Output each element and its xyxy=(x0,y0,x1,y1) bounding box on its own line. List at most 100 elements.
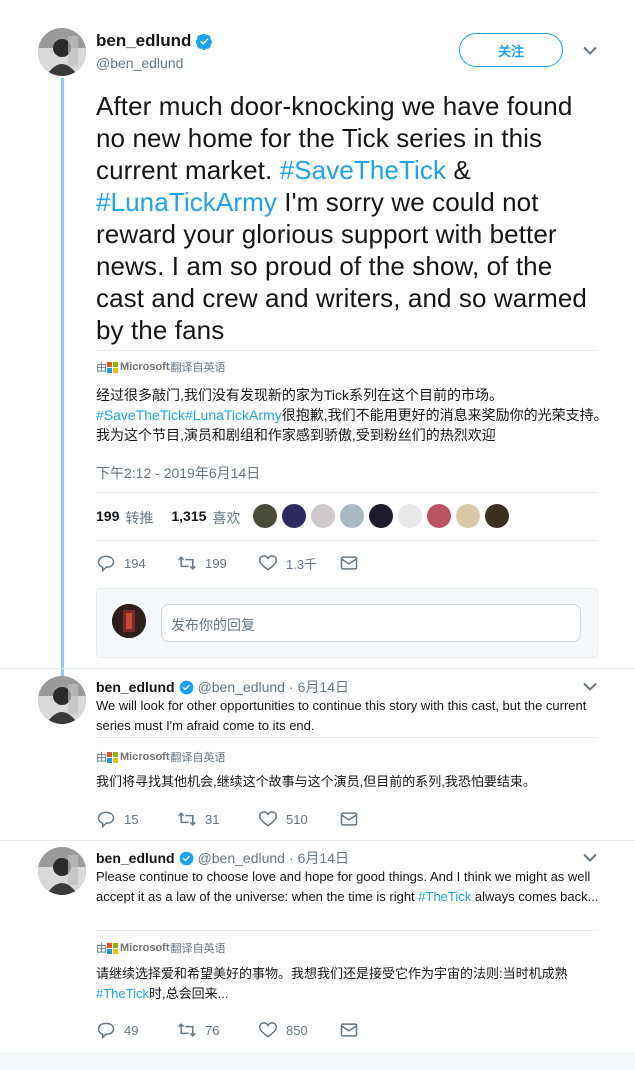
chevron-down-icon[interactable] xyxy=(583,46,597,55)
retweet-action[interactable]: 76 xyxy=(177,1020,258,1040)
microsoft-logo-icon xyxy=(107,361,118,373)
like-action[interactable]: 850 xyxy=(258,1020,339,1040)
liker-avatar[interactable] xyxy=(398,504,422,528)
retweet-count: 76 xyxy=(205,1022,220,1038)
reply-date[interactable]: 6月14日 xyxy=(298,677,349,697)
reply-translation: 请继续选择爱和希望美好的事物。我想我们还是接受它作为宇宙的法则:当时机成熟 #Th… xyxy=(96,964,606,1004)
tweet-timestamp[interactable]: 下午2:12 - 2019年6月14日 xyxy=(96,463,260,483)
liker-avatar[interactable] xyxy=(456,504,480,528)
reply-header: ben_edlund @ben_edlund · 6月14日 xyxy=(96,677,349,697)
verified-badge-icon xyxy=(179,680,193,694)
heart-icon[interactable] xyxy=(258,553,278,573)
reply-text: We will look for other opportunities to … xyxy=(96,698,587,733)
reply-input[interactable]: 发布你的回复 xyxy=(161,604,581,642)
translate-suffix: 翻译自英语 xyxy=(170,943,226,955)
retweet-label[interactable]: 转推 xyxy=(125,508,153,528)
author-handle[interactable]: @ben_edlund xyxy=(96,55,183,71)
translation-text: 经过很多敲门,我们没有发现新的家为Tick系列在这个目前的市场。 xyxy=(96,387,504,403)
retweet-action[interactable]: 199 xyxy=(177,553,258,573)
reply-count: 15 xyxy=(124,811,139,827)
reply-actions: 49 76 850 xyxy=(96,1020,359,1040)
chevron-down-icon[interactable] xyxy=(583,853,597,862)
envelope-icon[interactable] xyxy=(339,1020,359,1040)
chevron-down-icon[interactable] xyxy=(583,682,597,691)
liker-avatar[interactable] xyxy=(253,504,277,528)
translate-by-text: 由 xyxy=(96,362,107,374)
liker-avatar[interactable] xyxy=(282,504,306,528)
author-avatar[interactable] xyxy=(38,28,86,76)
message-action[interactable] xyxy=(339,1020,359,1040)
retweet-action[interactable]: 31 xyxy=(177,809,258,829)
liker-avatar[interactable] xyxy=(369,504,393,528)
reply-author-name[interactable]: ben_edlund xyxy=(96,679,175,695)
liker-avatar[interactable] xyxy=(485,504,509,528)
microsoft-logo-icon xyxy=(107,751,118,763)
liker-avatar[interactable] xyxy=(340,504,364,528)
reply-author-handle[interactable]: @ben_edlund xyxy=(198,850,285,866)
retweet-icon[interactable] xyxy=(177,809,197,829)
reply-composer: 发布你的回复 xyxy=(96,588,598,658)
reply-translation: 我们将寻找其他机会,继续这个故事与这个演员,但目前的系列,我恐怕要结束。 xyxy=(96,774,536,789)
reply-text-part: always comes back... xyxy=(471,889,599,904)
follow-button[interactable]: 关注 xyxy=(459,33,563,67)
divider xyxy=(96,540,598,541)
retweet-icon[interactable] xyxy=(177,553,197,573)
thread-connector-line xyxy=(61,78,64,678)
message-action[interactable] xyxy=(339,809,359,829)
author-display-name[interactable]: ben_edlund xyxy=(96,31,213,51)
verified-badge-icon xyxy=(196,33,213,50)
hashtag-link[interactable]: #TheTick xyxy=(96,986,149,1001)
reply-author-avatar[interactable] xyxy=(38,676,86,724)
translate-brand: Microsoft xyxy=(120,751,170,763)
reply-action[interactable]: 194 xyxy=(96,553,177,573)
liker-avatar[interactable] xyxy=(427,504,451,528)
like-count[interactable]: 1,315 xyxy=(171,508,206,528)
retweet-count[interactable]: 199 xyxy=(96,508,119,528)
heart-icon[interactable] xyxy=(258,1020,278,1040)
like-action[interactable]: 1.3千 xyxy=(258,553,339,573)
retweet-icon[interactable] xyxy=(177,1020,197,1040)
hashtag-link[interactable]: #SaveTheTick xyxy=(96,407,185,423)
liker-avatar[interactable] xyxy=(311,504,335,528)
reply-action[interactable]: 49 xyxy=(96,1020,177,1040)
heart-icon[interactable] xyxy=(258,809,278,829)
hashtag-link[interactable]: #TheTick xyxy=(418,889,471,904)
tweet-actions: 194 199 1.3千 xyxy=(96,553,359,573)
reply-icon[interactable] xyxy=(96,1020,116,1040)
hashtag-link[interactable]: #LunaTickArmy xyxy=(96,187,277,217)
reply-actions: 15 31 510 xyxy=(96,809,359,829)
translate-by-text: 由 xyxy=(96,752,107,764)
reply-icon[interactable] xyxy=(96,809,116,829)
reply-author-handle[interactable]: @ben_edlund xyxy=(198,679,285,695)
section-divider xyxy=(0,668,635,669)
author-name-text[interactable]: ben_edlund xyxy=(96,31,191,51)
user-avatar[interactable] xyxy=(112,604,146,638)
retweet-count: 31 xyxy=(205,811,220,827)
translation-text: 请继续选择爱和希望美好的事物。我想我们还是接受它作为宇宙的法则:当时机成熟 xyxy=(96,966,568,981)
reply-header: ben_edlund @ben_edlund · 6月14日 xyxy=(96,848,349,868)
microsoft-logo-icon xyxy=(107,942,118,954)
reply-date[interactable]: 6月14日 xyxy=(298,848,349,868)
envelope-icon[interactable] xyxy=(339,553,359,573)
translation-attribution: 由 Microsoft 翻译自英语 xyxy=(96,359,226,375)
retweet-count: 199 xyxy=(205,555,227,571)
liker-avatars xyxy=(253,504,509,528)
hashtag-link[interactable]: #LunaTickArmy xyxy=(185,407,282,423)
translate-brand: Microsoft xyxy=(120,942,170,954)
section-divider xyxy=(0,840,635,841)
divider xyxy=(96,930,598,931)
divider xyxy=(96,492,598,493)
reply-action[interactable]: 15 xyxy=(96,809,177,829)
message-action[interactable] xyxy=(339,553,359,573)
reply-icon[interactable] xyxy=(96,553,116,573)
reply-author-name[interactable]: ben_edlund xyxy=(96,850,175,866)
hashtag-link[interactable]: #SaveTheTick xyxy=(280,155,446,185)
envelope-icon[interactable] xyxy=(339,809,359,829)
like-action[interactable]: 510 xyxy=(258,809,339,829)
like-label[interactable]: 喜欢 xyxy=(212,508,240,528)
reply-author-avatar[interactable] xyxy=(38,847,86,895)
tweet-text-part: & xyxy=(446,155,471,185)
translate-by-text: 由 xyxy=(96,943,107,955)
bottom-band xyxy=(0,1052,635,1070)
translation-text: 时,总会回来... xyxy=(148,986,229,1001)
